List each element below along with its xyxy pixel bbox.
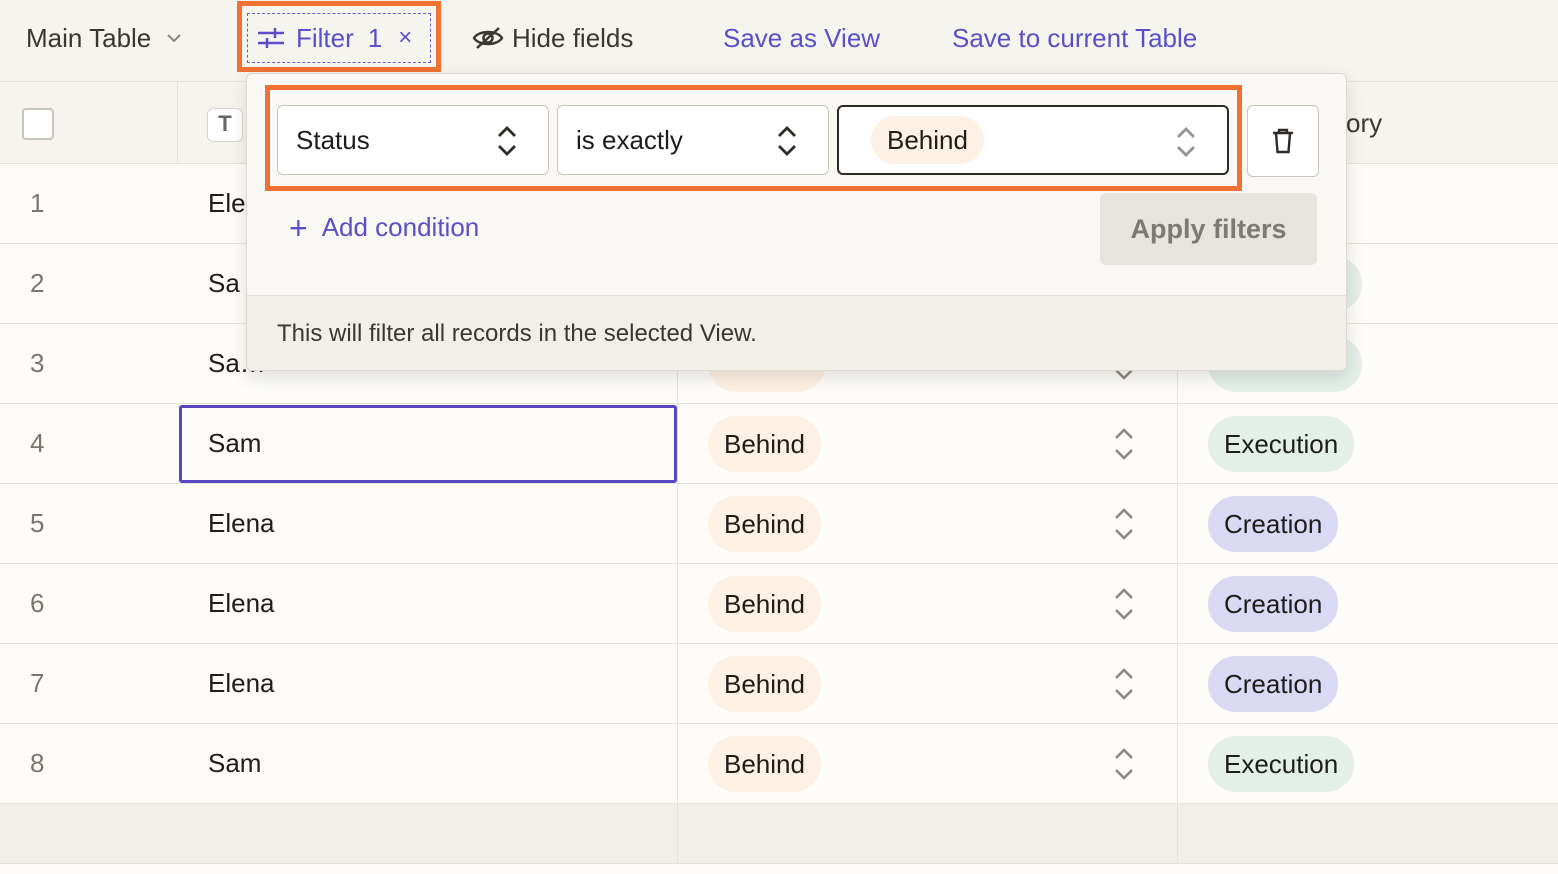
- updown-chevron-icon[interactable]: [1110, 584, 1138, 624]
- name-cell[interactable]: Ele: [208, 188, 246, 219]
- category-pill[interactable]: Creation: [1208, 576, 1339, 632]
- row-number: 2: [30, 268, 45, 298]
- filter-count: 1: [367, 22, 383, 53]
- select-all-checkbox[interactable]: [22, 108, 54, 140]
- name-cell[interactable]: Sam: [208, 748, 261, 779]
- plus-icon: +: [289, 209, 308, 246]
- view-selector[interactable]: Main Table: [26, 18, 183, 58]
- delete-condition-button[interactable]: [1247, 105, 1319, 177]
- filter-button[interactable]: Filter 1 ×: [247, 13, 431, 63]
- updown-chevron-icon[interactable]: [1110, 424, 1138, 464]
- row-number: 4: [30, 428, 45, 458]
- column-divider: [1177, 564, 1178, 644]
- updown-chevron-icon: [1177, 127, 1195, 157]
- updown-chevron-icon[interactable]: [1110, 744, 1138, 784]
- filter-operator-select[interactable]: is exactly: [557, 105, 829, 175]
- column-divider: [677, 404, 678, 484]
- clear-filter-icon[interactable]: ×: [398, 24, 412, 52]
- column-divider: [1177, 484, 1178, 564]
- updown-chevron-icon: [498, 126, 516, 156]
- category-pill[interactable]: Creation: [1208, 496, 1339, 552]
- row-number: 8: [30, 748, 45, 778]
- filter-value-select[interactable]: Behind: [837, 105, 1229, 175]
- row-number: 7: [30, 668, 45, 698]
- column-divider: [677, 804, 678, 864]
- category-pill[interactable]: Execution: [1208, 736, 1355, 792]
- status-pill[interactable]: Behind: [708, 656, 821, 712]
- updown-chevron-icon[interactable]: [1110, 504, 1138, 544]
- table-row[interactable]: 7 Elena Behind Creation: [0, 644, 1558, 724]
- status-pill[interactable]: Behind: [708, 496, 821, 552]
- updown-chevron-icon: [778, 126, 796, 156]
- filter-sliders-icon: [258, 28, 284, 48]
- row-number: 6: [30, 588, 45, 618]
- column-divider: [177, 82, 178, 164]
- name-cell[interactable]: Sa: [208, 268, 240, 299]
- text-field-type-icon: T: [207, 108, 243, 142]
- filter-popover: Status is exactly Behind + Add condition…: [246, 73, 1347, 371]
- filter-field-value: Status: [296, 124, 370, 155]
- column-divider: [1177, 644, 1178, 724]
- apply-filters-button[interactable]: Apply filters: [1100, 193, 1317, 265]
- category-pill[interactable]: Execution: [1208, 416, 1355, 472]
- save-as-view-button[interactable]: Save as View: [723, 18, 880, 58]
- trash-icon: [1273, 128, 1293, 154]
- filter-footer-note: This will filter all records in the sele…: [247, 295, 1346, 370]
- filter-field-select[interactable]: Status: [277, 105, 549, 175]
- filter-operator-value: is exactly: [576, 124, 683, 155]
- filter-label: Filter: [296, 22, 354, 53]
- add-condition-button[interactable]: + Add condition: [289, 209, 480, 246]
- selected-cell-outline: [179, 405, 677, 483]
- updown-chevron-icon[interactable]: [1110, 664, 1138, 704]
- column-divider: [1177, 724, 1178, 804]
- column-divider: [677, 724, 678, 804]
- eye-off-icon: [472, 27, 504, 49]
- save-to-current-table-button[interactable]: Save to current Table: [952, 18, 1197, 58]
- chevron-down-icon: [167, 34, 181, 43]
- view-name: Main Table: [26, 22, 152, 53]
- column-divider: [677, 564, 678, 644]
- toolbar: Main Table Filter 1 × Hide fields Save a…: [0, 0, 1558, 82]
- table-row[interactable]: 5 Elena Behind Creation: [0, 484, 1558, 564]
- status-pill[interactable]: Behind: [708, 736, 821, 792]
- column-divider: [1177, 404, 1178, 484]
- name-cell[interactable]: Elena: [208, 588, 275, 619]
- column-divider: [677, 644, 678, 724]
- table-row[interactable]: 6 Elena Behind Creation: [0, 564, 1558, 644]
- column-divider: [677, 484, 678, 564]
- row-number: 3: [30, 348, 45, 378]
- row-number: 1: [30, 188, 45, 218]
- category-column-header[interactable]: ory: [1346, 108, 1382, 139]
- row-number: 5: [30, 508, 45, 538]
- column-divider: [1177, 804, 1178, 864]
- table-row[interactable]: 8 Sam Behind Execution: [0, 724, 1558, 804]
- hide-fields-button[interactable]: Hide fields: [472, 18, 633, 58]
- add-condition-label: Add condition: [321, 212, 480, 242]
- hide-fields-label: Hide fields: [512, 22, 634, 53]
- table-footer-row: [0, 804, 1558, 864]
- status-pill[interactable]: Behind: [708, 576, 821, 632]
- filter-value-pill: Behind: [871, 116, 984, 164]
- category-pill[interactable]: Creation: [1208, 656, 1339, 712]
- name-cell[interactable]: Elena: [208, 508, 275, 539]
- name-cell[interactable]: Elena: [208, 668, 275, 699]
- status-pill[interactable]: Behind: [708, 416, 821, 472]
